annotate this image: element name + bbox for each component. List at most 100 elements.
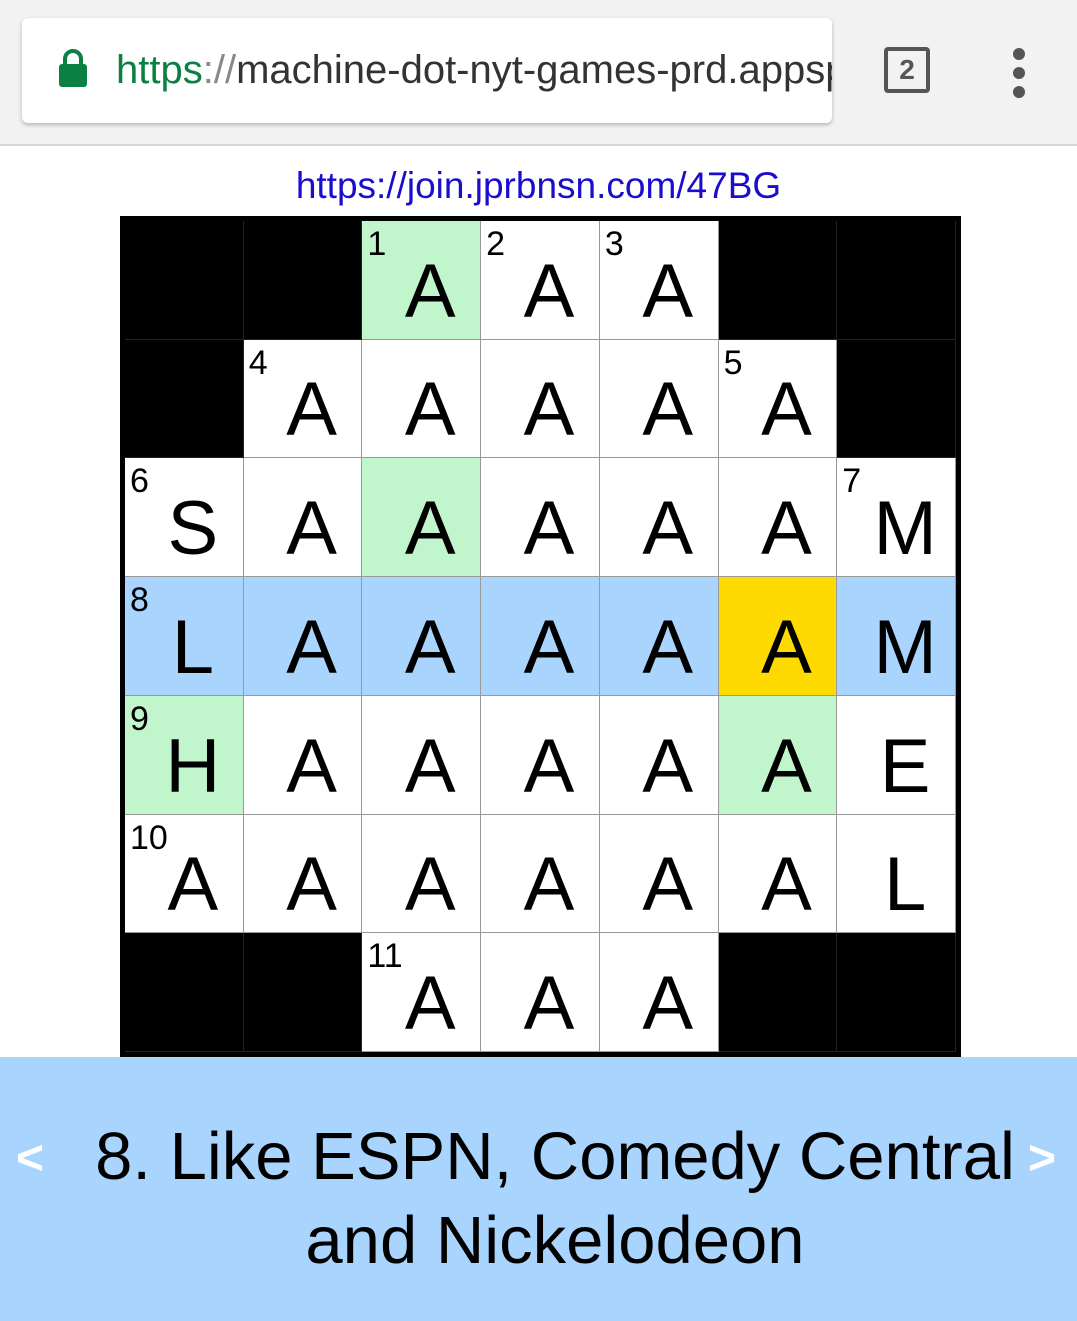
grid-cell[interactable]: 6S [125,458,244,578]
cell-letter: A [642,723,694,809]
grid-cell[interactable]: L [837,814,956,934]
tab-switcher-button[interactable]: 2 [884,47,930,93]
grid-cell[interactable]: A [362,577,482,696]
grid-cell[interactable]: A [599,458,719,578]
cell-letter: A [523,486,575,572]
cell-letter: L [883,842,927,928]
grid-cell[interactable]: A [362,695,482,815]
grid-cell[interactable]: A [243,814,363,934]
url-text: https://machine-dot-nyt-games-prd.appspo… [116,44,832,96]
grid-cell[interactable]: 7M [837,458,956,578]
grid-cell[interactable]: 10 A [125,814,244,934]
current-clue: 8. Like ESPN, Comedy Central and Nickelo… [95,1119,1015,1278]
cell-letter: A [642,604,694,690]
cell-letter: A [642,842,694,928]
cell-letter: A [523,367,575,453]
cell-letter: A [523,248,575,334]
grid-cell[interactable]: A [481,695,600,815]
grid-block [718,221,838,340]
grid-cell[interactable]: 2A [481,221,600,340]
crossword-grid: 1 A 2 A 3 A 4 A A A A 5 A 6 S A A A A A 7 M 8 L A A A A A M 9 H A A A A A E 10… [120,216,961,1057]
grid-cell[interactable]: A [718,814,838,934]
grid-block [718,933,838,1052]
grid-block [243,933,363,1052]
grid-block [837,339,956,459]
grid-cell[interactable]: A [481,339,600,459]
clue-bar: < 8. Like ESPN, Comedy Central and Nicke… [0,1057,1077,1321]
grid-cell[interactable]: A [599,339,719,459]
grid-block [243,221,363,340]
grid-cell[interactable]: A [481,814,600,934]
cell-letter: A [404,842,456,928]
grid-cell[interactable]: A [243,458,363,578]
grid-cell[interactable]: A [481,458,600,578]
cell-letter: M [873,604,937,690]
grid-cell[interactable]: 4A [243,339,363,459]
grid-cell[interactable]: A [599,577,719,696]
cell-letter: H [165,723,221,809]
cell-letter: A [404,486,456,572]
cell-letter: A [523,604,575,690]
grid-cell[interactable]: A [481,577,600,696]
cell-letter: A [404,367,456,453]
previous-clue-button[interactable]: < [16,1117,44,1201]
grid-cell[interactable]: 1A [362,221,482,340]
more-menu-icon[interactable] [1004,46,1034,100]
lock-icon [59,49,87,87]
cell-letter: A [286,367,337,453]
grid-cell[interactable]: 11 A [362,933,482,1052]
grid-cell[interactable]: 5A [718,339,838,459]
cell-letter: A [642,248,694,334]
grid-cell[interactable]: A [599,695,719,815]
cell-letter: A [404,604,456,690]
grid-block [125,221,244,340]
cell-letter: A [286,842,337,928]
cell-letter: A [642,960,694,1046]
grid-cell[interactable]: A [362,458,482,578]
cell-letter: S [167,486,219,572]
cell-letter: A [761,367,812,453]
grid-block [837,221,956,340]
grid-cell[interactable]: A [599,933,719,1052]
grid-cell[interactable]: A [243,695,363,815]
share-link[interactable]: https://join.jprbnsn.com/47BG [0,164,1077,208]
grid-cell[interactable]: 8L [125,577,244,696]
cell-letter: A [286,604,337,690]
grid-cell[interactable]: A [718,458,838,578]
cell-letter: A [404,248,456,334]
grid-block [125,933,244,1052]
cell-letter: A [761,486,812,572]
url-separator: :// [202,48,237,92]
cell-letter: A [761,604,812,690]
grid-cell[interactable]: A [718,695,838,815]
cell-letter: E [879,723,931,809]
grid-cell[interactable]: A [362,814,482,934]
address-bar[interactable]: https://machine-dot-nyt-games-prd.appspo… [22,18,832,123]
url-host: machine-dot-nyt-games-prd.appspot.com [236,48,832,92]
grid-block [125,339,244,459]
cell-letter: A [642,367,694,453]
cell-letter: L [171,604,214,690]
cell-letter: A [286,486,337,572]
grid-cell[interactable]: A [481,933,600,1052]
grid-cell[interactable]: A [362,339,482,459]
cell-letter: A [523,842,575,928]
cell-letter: A [761,723,812,809]
cell-letter: M [873,486,937,572]
grid-cell[interactable]: M [837,577,956,696]
cell-letter: A [404,723,456,809]
grid-cell[interactable]: A [599,814,719,934]
grid-cell[interactable]: 3A [599,221,719,340]
grid-cell[interactable]: 9H [125,695,244,815]
cell-letter: A [404,960,456,1046]
cell-letter: A [761,842,812,928]
grid-block [837,933,956,1052]
grid-cell[interactable]: E [837,695,956,815]
next-clue-button[interactable]: > [1028,1117,1056,1201]
cell-letter: A [523,960,575,1046]
cell-letter: A [642,486,694,572]
cell-letter: A [167,842,219,928]
grid-cell[interactable]: A [718,577,838,696]
browser-toolbar: https://machine-dot-nyt-games-prd.appspo… [0,0,1077,146]
grid-cell[interactable]: A [243,577,363,696]
